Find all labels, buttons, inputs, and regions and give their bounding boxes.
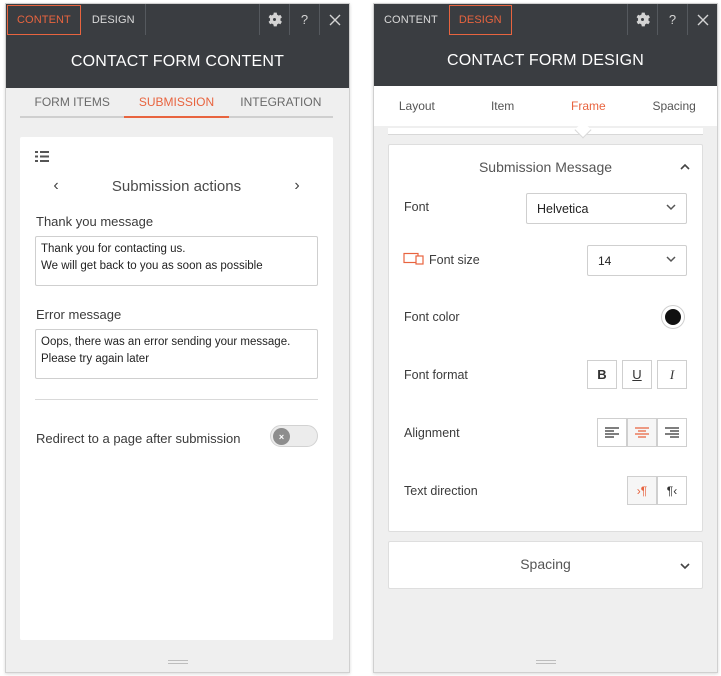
error-message-label: Error message bbox=[36, 307, 122, 322]
align-left-icon[interactable] bbox=[597, 418, 627, 447]
font-size-label: Font size bbox=[429, 253, 480, 267]
font-value: Helvetica bbox=[537, 201, 589, 216]
divider bbox=[35, 399, 318, 400]
font-size-value: 14 bbox=[598, 253, 612, 268]
panel-actions: ? bbox=[259, 4, 349, 35]
panel-title: CONTACT FORM DESIGN bbox=[374, 35, 717, 86]
chevron-left-icon[interactable]: ‹ bbox=[46, 175, 66, 197]
subtab-frame[interactable]: Frame bbox=[546, 86, 632, 126]
tab-content[interactable]: CONTENT bbox=[7, 5, 81, 35]
tab-content[interactable]: CONTENT bbox=[374, 4, 448, 35]
section-navigator: ‹ Submission actions › bbox=[20, 175, 333, 197]
subtab-layout[interactable]: Layout bbox=[374, 86, 460, 126]
font-size-select[interactable]: 14 bbox=[587, 245, 687, 276]
panel-actions: ? bbox=[627, 4, 717, 35]
resize-handle[interactable] bbox=[535, 660, 556, 664]
design-subtabs: Layout Item Frame Spacing bbox=[374, 86, 717, 126]
thank-you-line-1: Thank you for contacting us. bbox=[41, 243, 186, 255]
collapsed-section-strip bbox=[388, 128, 703, 135]
font-format-label: Font format bbox=[404, 368, 468, 382]
font-select[interactable]: Helvetica bbox=[526, 193, 687, 224]
error-line-2: Please try again later bbox=[41, 353, 150, 365]
subtab-form-items[interactable]: FORM ITEMS bbox=[20, 88, 124, 116]
subtab-integration[interactable]: INTEGRATION bbox=[229, 88, 333, 116]
close-icon[interactable] bbox=[319, 4, 349, 35]
panel-title: CONTACT FORM CONTENT bbox=[6, 35, 349, 88]
font-size-row: Font size bbox=[403, 252, 480, 268]
section-nav-title: Submission actions bbox=[111, 177, 242, 195]
gear-icon[interactable] bbox=[259, 4, 289, 35]
chevron-right-icon[interactable]: › bbox=[287, 175, 307, 197]
chevron-down-icon bbox=[666, 202, 676, 214]
tab-design[interactable]: DESIGN bbox=[448, 5, 512, 35]
list-grid-icon[interactable] bbox=[35, 149, 49, 167]
tab-design[interactable]: DESIGN bbox=[82, 4, 146, 35]
thank-you-line-2: We will get back to you as soon as possi… bbox=[41, 260, 263, 272]
chevron-down-icon bbox=[666, 254, 676, 266]
error-message-input[interactable]: Oops, there was an error sending your me… bbox=[35, 329, 318, 379]
font-color-label: Font color bbox=[404, 310, 460, 324]
font-label: Font bbox=[404, 200, 430, 214]
rtl-direction-icon[interactable]: ¶‹ bbox=[657, 476, 687, 505]
underline-button[interactable]: U bbox=[622, 360, 652, 389]
panel-tab-bar: CONTENT DESIGN ? bbox=[6, 4, 349, 35]
toggle-off-icon: × bbox=[273, 428, 290, 445]
section-title[interactable]: Submission Message bbox=[389, 159, 702, 175]
spacing-section[interactable]: Spacing bbox=[388, 541, 703, 589]
align-center-icon[interactable] bbox=[627, 418, 657, 447]
text-direction-label: Text direction bbox=[404, 484, 478, 498]
align-right-icon[interactable] bbox=[657, 418, 687, 447]
ltr-direction-icon[interactable]: ›¶ bbox=[627, 476, 657, 505]
panel-tab-bar: CONTENT DESIGN ? bbox=[374, 4, 717, 35]
contact-form-content-panel: CONTENT DESIGN ? CONTACT FORM CONTENT FO… bbox=[5, 3, 350, 673]
subtab-item[interactable]: Item bbox=[460, 86, 546, 126]
alignment-label: Alignment bbox=[404, 426, 460, 440]
thank-you-message-input[interactable]: Thank you for contacting us. We will get… bbox=[35, 236, 318, 286]
close-icon[interactable] bbox=[687, 4, 717, 35]
content-subtabs: FORM ITEMS SUBMISSION INTEGRATION bbox=[20, 88, 333, 118]
chevron-down-icon[interactable] bbox=[680, 559, 690, 573]
contact-form-design-panel: CONTENT DESIGN ? CONTACT FORM DESIGN Lay… bbox=[373, 3, 718, 673]
subtab-submission[interactable]: SUBMISSION bbox=[124, 88, 229, 118]
subtab-spacing[interactable]: Spacing bbox=[631, 86, 717, 126]
redirect-label: Redirect to a page after submission bbox=[36, 431, 241, 446]
thank-you-label: Thank you message bbox=[36, 214, 154, 229]
gear-icon[interactable] bbox=[627, 4, 657, 35]
help-icon[interactable]: ? bbox=[289, 4, 319, 35]
resize-handle[interactable] bbox=[167, 660, 188, 664]
redirect-toggle[interactable]: × bbox=[270, 425, 318, 447]
responsive-devices-icon[interactable] bbox=[403, 252, 424, 268]
chevron-up-icon[interactable] bbox=[680, 159, 690, 173]
spacing-section-title: Spacing bbox=[520, 556, 571, 572]
submission-message-section: Submission Message Font Helvetica Font s… bbox=[388, 144, 703, 532]
italic-button[interactable]: I bbox=[657, 360, 687, 389]
submission-card: ‹ Submission actions › Thank you message… bbox=[20, 137, 333, 640]
error-line-1: Oops, there was an error sending your me… bbox=[41, 336, 291, 348]
font-color-swatch[interactable] bbox=[662, 306, 684, 328]
help-icon[interactable]: ? bbox=[657, 4, 687, 35]
bold-button[interactable]: B bbox=[587, 360, 617, 389]
